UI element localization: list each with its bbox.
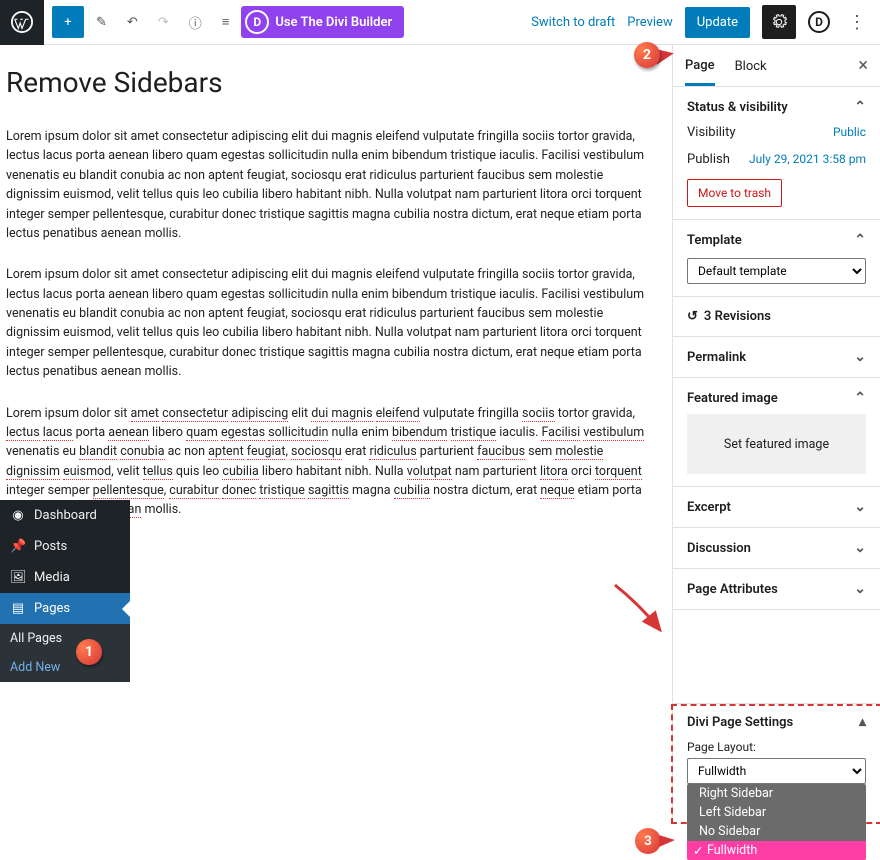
preview-link[interactable]: Preview [627, 15, 672, 30]
page-title[interactable]: Remove Sidebars [6, 66, 656, 99]
media-icon: 🖼 [10, 570, 26, 585]
page-icon: ▤ [10, 601, 26, 616]
menu-posts[interactable]: 📌Posts [0, 531, 130, 562]
submenu-all-pages[interactable]: All Pages [0, 624, 130, 653]
panel-heading[interactable]: Template⌃ [687, 232, 866, 248]
chevron-up-icon: ⌃ [854, 99, 866, 115]
visibility-value[interactable]: Public [833, 125, 866, 140]
layout-option-right-sidebar[interactable]: Right Sidebar [687, 784, 866, 803]
tab-page[interactable]: Page [685, 58, 715, 86]
panel-divi-page-settings: Divi Page Settings▴ Page Layout: Fullwid… [673, 703, 880, 824]
use-divi-builder-button[interactable]: D Use The Divi Builder [241, 6, 404, 38]
chevron-up-icon: ⌃ [854, 232, 866, 248]
info-icon[interactable]: ⓘ [181, 6, 210, 38]
wp-logo[interactable] [0, 0, 44, 45]
layout-option-fullwidth[interactable]: Fullwidth [687, 841, 866, 860]
menu-media[interactable]: 🖼Media [0, 562, 130, 593]
template-select[interactable]: Default template [687, 258, 866, 284]
panel-permalink[interactable]: Permalink⌄ [673, 337, 880, 378]
layout-option-left-sidebar[interactable]: Left Sidebar [687, 803, 866, 822]
chevron-down-icon: ⌄ [854, 499, 866, 515]
panel-revisions[interactable]: ↺ 3 Revisions [673, 297, 880, 337]
undo-icon[interactable]: ↶ [119, 6, 146, 38]
admin-menu: ◉Dashboard 📌Posts 🖼Media ▤Pages All Page… [0, 500, 130, 682]
add-block-button[interactable]: + [52, 6, 84, 38]
panel-status-visibility: Status & visibility⌃ Visibility Public Pu… [673, 87, 880, 220]
paragraph-block[interactable]: Lorem ipsum dolor sit amet consectetur a… [6, 127, 656, 243]
topbar-right: Switch to draft Preview Update D ⋮ [531, 5, 872, 39]
annotation-callout-1: 1 [76, 639, 102, 665]
visibility-label: Visibility [687, 125, 736, 140]
close-sidebar-icon[interactable]: × [858, 55, 868, 76]
redo-icon[interactable]: ↷ [150, 6, 177, 38]
list-view-icon[interactable]: ≡ [214, 6, 238, 38]
sidebar-tabs: Page Block × [673, 45, 880, 87]
panel-page-attributes[interactable]: Page Attributes⌄ [673, 569, 880, 610]
publish-date[interactable]: July 29, 2021 3:58 pm [749, 152, 866, 167]
layout-option-no-sidebar[interactable]: No Sidebar [687, 822, 866, 841]
history-icon: ↺ [687, 309, 698, 324]
panel-heading[interactable]: Featured image⌃ [687, 390, 866, 406]
settings-sidebar: Page Block × Status & visibility⌃ Visibi… [672, 45, 880, 824]
page-layout-options-list: Right Sidebar Left Sidebar No Sidebar Fu… [687, 784, 866, 860]
annotation-callout-tail [659, 835, 675, 847]
set-featured-image-button[interactable]: Set featured image [687, 414, 866, 474]
move-to-trash-button[interactable]: Move to trash [687, 179, 782, 207]
divi-logo-icon: D [245, 10, 269, 34]
edit-tool-icon[interactable]: ✎ [88, 6, 115, 38]
annotation-callout-3: 3 [635, 828, 661, 854]
menu-pages[interactable]: ▤Pages [0, 593, 130, 624]
chevron-down-icon: ⌄ [854, 540, 866, 556]
editor-content: Remove Sidebars Lorem ipsum dolor sit am… [6, 66, 656, 542]
switch-to-draft-link[interactable]: Switch to draft [531, 15, 615, 30]
chevron-up-icon: ▴ [859, 714, 866, 730]
publish-label: Publish [687, 152, 730, 167]
paragraph-block[interactable]: Lorem ipsum dolor sit amet consectetur a… [6, 265, 656, 381]
annotation-arrow [610, 580, 670, 640]
settings-gear-icon[interactable] [762, 5, 796, 39]
chevron-down-icon: ⌄ [854, 349, 866, 365]
tab-block[interactable]: Block [735, 59, 767, 84]
pin-icon: 📌 [10, 539, 26, 554]
page-layout-dropdown[interactable]: Fullwidth Right Sidebar Left Sidebar No … [687, 758, 866, 784]
divi-button-label: Use The Divi Builder [275, 15, 392, 30]
panel-heading[interactable]: Status & visibility⌃ [687, 99, 866, 115]
revisions-count: 3 Revisions [704, 309, 771, 324]
chevron-up-icon: ⌃ [854, 390, 866, 406]
submenu-add-new[interactable]: Add New [0, 653, 130, 682]
panel-heading[interactable]: Divi Page Settings▴ [687, 714, 866, 730]
dashboard-icon: ◉ [10, 508, 26, 523]
panel-template: Template⌃ Default template [673, 220, 880, 297]
panel-discussion[interactable]: Discussion⌄ [673, 528, 880, 569]
menu-dashboard[interactable]: ◉Dashboard [0, 500, 130, 531]
more-options-icon[interactable]: ⋮ [842, 12, 872, 33]
page-layout-select[interactable]: Fullwidth [687, 758, 866, 784]
chevron-down-icon: ⌄ [854, 581, 866, 597]
divi-outline-icon[interactable]: D [808, 11, 830, 33]
annotation-callout-2: 2 [634, 42, 660, 68]
panel-excerpt[interactable]: Excerpt⌄ [673, 487, 880, 528]
panel-featured-image: Featured image⌃ Set featured image [673, 378, 880, 487]
page-layout-label: Page Layout: [687, 740, 866, 754]
update-button[interactable]: Update [685, 7, 750, 38]
editor-topbar: + ✎ ↶ ↷ ⓘ ≡ D Use The Divi Builder Switc… [0, 0, 880, 45]
